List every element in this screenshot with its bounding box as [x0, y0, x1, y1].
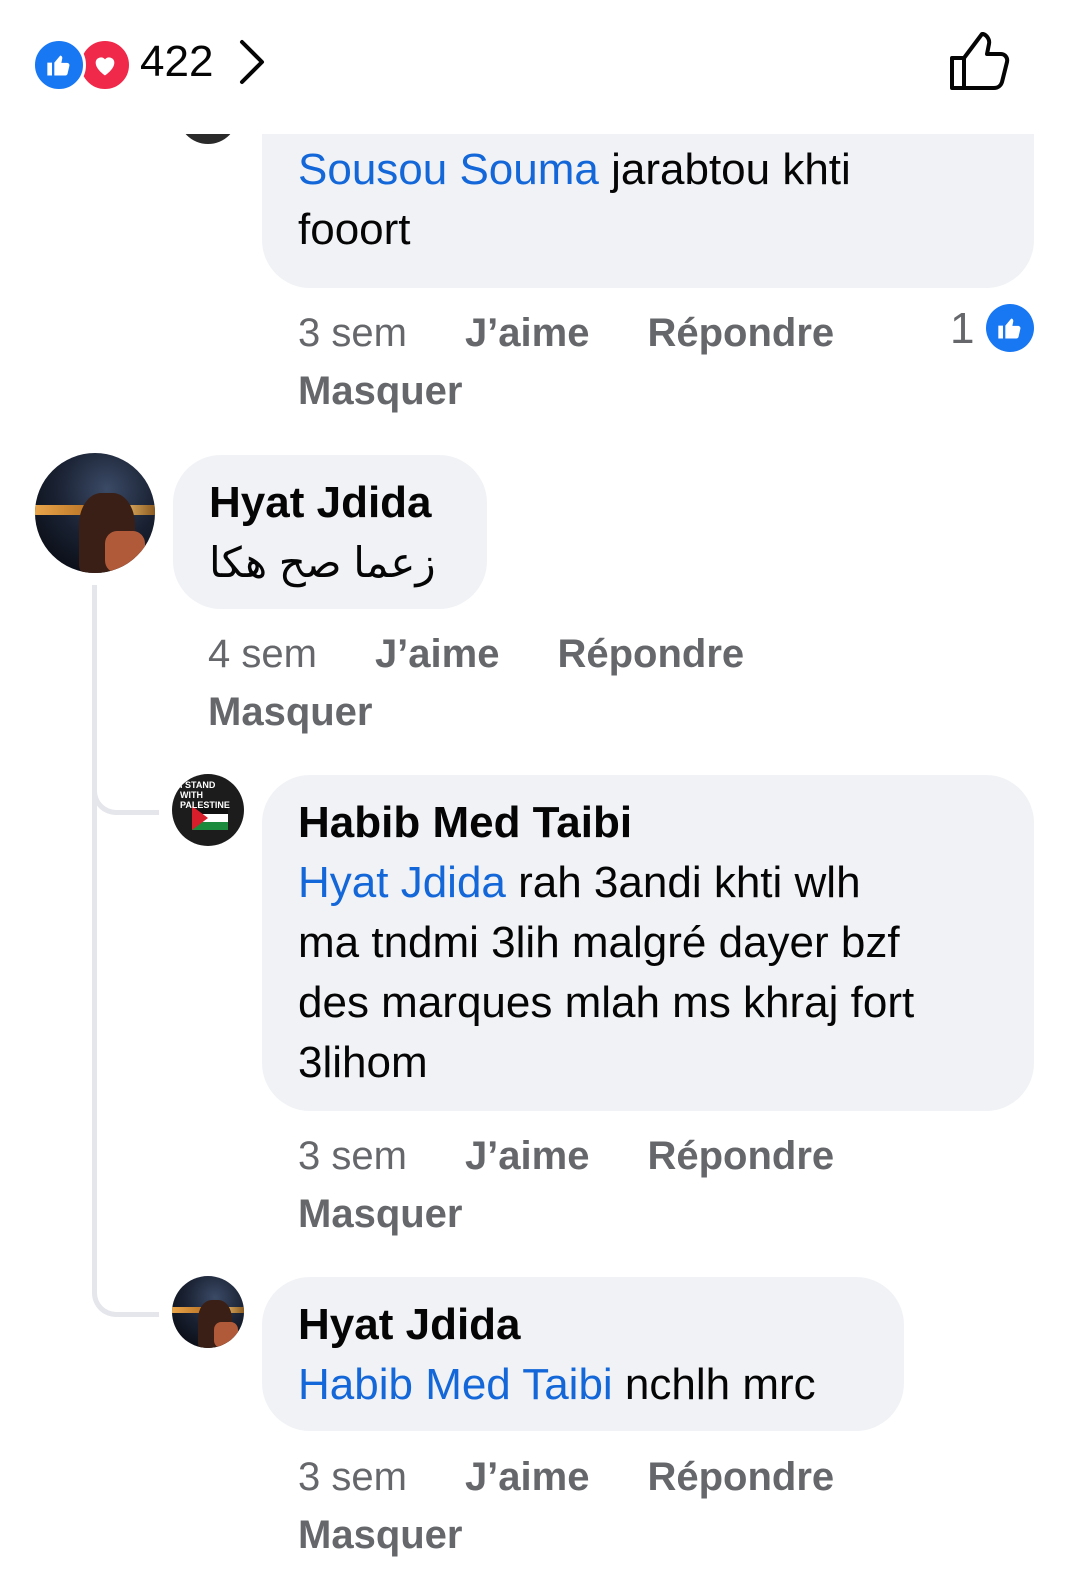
comment-like-count[interactable]: 1: [950, 300, 974, 358]
mention-link[interactable]: Hyat Jdida: [298, 858, 506, 907]
comment-actions: 3 sem J’aime Répondre Masquer: [298, 1448, 898, 1564]
hide-button[interactable]: Masquer: [208, 690, 373, 734]
comment-author[interactable]: Hyat Jdida: [209, 473, 451, 533]
like-reaction-icon: [32, 38, 86, 92]
reaction-count[interactable]: 422: [140, 34, 213, 90]
comment-text: Hyat Jdida rah 3andi khti wlh ma tndmi 3…: [298, 858, 915, 1087]
avatar[interactable]: [35, 453, 155, 573]
comment-actions: 3 sem J’aime Répondre Masquer: [298, 1127, 898, 1243]
love-reaction-icon: [78, 38, 132, 92]
comment-timestamp[interactable]: 3 sem: [298, 311, 407, 355]
reply-button[interactable]: Répondre: [647, 1455, 834, 1499]
avatar-text: I STAND WITH PALESTINE: [180, 780, 230, 810]
comment-author[interactable]: Habib Med Taibi: [298, 793, 998, 853]
comment-bubble: Habib Med Taibi Hyat Jdida rah 3andi kht…: [262, 775, 1034, 1111]
comment-actions: 4 sem J’aime Répondre Masquer: [208, 625, 808, 741]
thumbs-up-icon[interactable]: [946, 30, 1012, 94]
like-button[interactable]: J’aime: [375, 632, 500, 676]
thread-line: [92, 585, 97, 805]
reply-button[interactable]: Répondre: [557, 632, 744, 676]
comment-text: Habib Med Taibi nchlh mrc: [298, 1360, 816, 1409]
like-reaction-icon: [986, 304, 1034, 352]
comment-timestamp[interactable]: 3 sem: [298, 1134, 407, 1178]
comment-text: زعما صح هكا: [209, 539, 436, 586]
comment-bubble: Hyat Jdida Habib Med Taibi nchlh mrc: [262, 1277, 904, 1431]
thread-connector: [92, 780, 159, 815]
like-button[interactable]: J’aime: [465, 311, 590, 355]
avatar[interactable]: [172, 1276, 244, 1348]
comment-text: Sousou Souma jarabtou khti fooort: [298, 145, 851, 254]
reply-button[interactable]: Répondre: [647, 1134, 834, 1178]
reply-button[interactable]: Répondre: [647, 311, 834, 355]
comment-author[interactable]: Hyat Jdida: [298, 1295, 868, 1355]
like-button[interactable]: J’aime: [465, 1455, 590, 1499]
thread-line: [92, 805, 97, 1285]
like-button[interactable]: J’aime: [465, 1134, 590, 1178]
comment-actions: 3 sem J’aime Répondre Masquer: [298, 304, 858, 420]
mention-link[interactable]: Sousou Souma: [298, 145, 599, 194]
comment-timestamp[interactable]: 4 sem: [208, 632, 317, 676]
hide-button[interactable]: Masquer: [298, 369, 463, 413]
comment-timestamp[interactable]: 3 sem: [298, 1455, 407, 1499]
hide-button[interactable]: Masquer: [298, 1513, 463, 1557]
chevron-right-icon[interactable]: [236, 38, 268, 86]
reactions-header: 422: [0, 0, 1080, 134]
mention-link[interactable]: Habib Med Taibi: [298, 1360, 613, 1409]
hide-button[interactable]: Masquer: [298, 1192, 463, 1236]
comment-bubble: Hyat Jdida زعما صح هكا: [173, 455, 487, 609]
avatar[interactable]: I STAND WITH PALESTINE: [172, 774, 244, 846]
thread-connector: [92, 1280, 159, 1317]
